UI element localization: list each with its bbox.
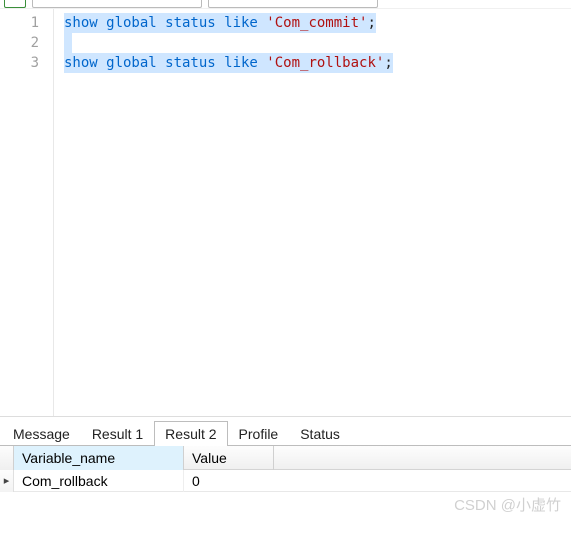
tab-profile[interactable]: Profile [228, 421, 290, 446]
toolbar-dropdown-3[interactable] [208, 0, 378, 8]
column-header-value[interactable]: Value [184, 446, 274, 470]
sql-editor[interactable]: 1 2 3 show global status like 'Com_commi… [0, 8, 571, 416]
grid-header-row: Variable_name Value [0, 446, 571, 470]
code-line[interactable] [54, 33, 571, 53]
row-indicator-icon: ▸ [0, 470, 14, 492]
code-area[interactable]: show global status like 'Com_commit'; sh… [54, 9, 571, 416]
grid-corner [0, 446, 14, 470]
result-grid[interactable]: Variable_name Value ▸ Com_rollback 0 [0, 445, 571, 492]
tab-status[interactable]: Status [289, 421, 351, 446]
table-row[interactable]: ▸ Com_rollback 0 [0, 470, 571, 492]
line-number: 1 [0, 13, 53, 33]
tab-result-2[interactable]: Result 2 [154, 421, 227, 446]
line-gutter: 1 2 3 [0, 9, 54, 416]
results-tabs: Message Result 1 Result 2 Profile Status [0, 417, 571, 445]
toolbar-dropdown-1[interactable] [4, 0, 26, 8]
tab-message[interactable]: Message [2, 421, 81, 446]
watermark-text: CSDN @小虚竹 [454, 494, 561, 515]
toolbar-dropdown-2[interactable] [32, 0, 202, 8]
cell-value[interactable]: 0 [184, 470, 274, 492]
toolbar-fragment [0, 0, 571, 8]
tab-result-1[interactable]: Result 1 [81, 421, 154, 446]
code-line[interactable]: show global status like 'Com_commit'; [54, 13, 571, 33]
code-line[interactable]: show global status like 'Com_rollback'; [54, 53, 571, 73]
column-header-variable-name[interactable]: Variable_name [14, 446, 184, 470]
line-number: 2 [0, 33, 53, 53]
line-number: 3 [0, 53, 53, 73]
cell-variable-name[interactable]: Com_rollback [14, 470, 184, 492]
results-panel: Message Result 1 Result 2 Profile Status… [0, 416, 571, 492]
